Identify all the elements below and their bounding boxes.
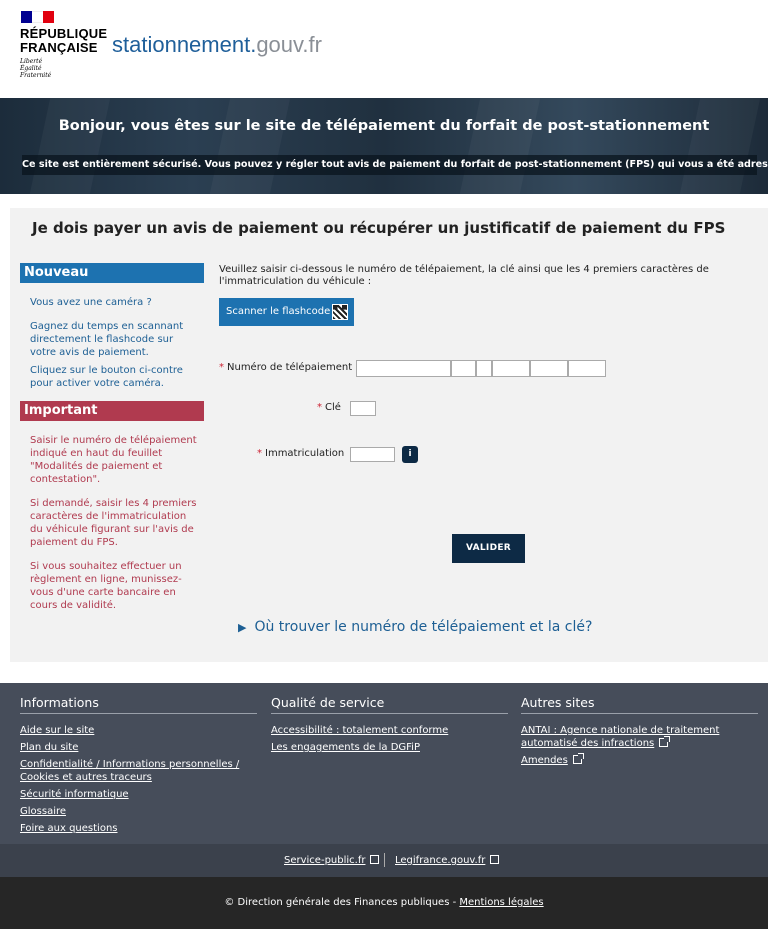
numero-input-part-4[interactable] <box>492 360 530 377</box>
form-instructions: Veuillez saisir ci-dessous le numéro de … <box>219 264 709 287</box>
scan-flashcode-label: Scanner le flashcode <box>226 306 331 317</box>
footer-copyright: © Direction générale des Finances publiq… <box>0 877 768 929</box>
important-text-3: Si vous souhaitez effectuer un règlement… <box>30 561 182 611</box>
numero-input-part-1[interactable] <box>356 360 451 377</box>
immatriculation-input[interactable] <box>350 447 395 462</box>
numero-label: * Numéro de télépaiement <box>219 362 352 373</box>
required-mark: * <box>257 448 262 459</box>
immat-label: * Immatriculation <box>257 448 344 459</box>
valider-button[interactable]: VALIDER <box>452 534 525 563</box>
site-name-gouv: gouv.fr <box>256 32 322 57</box>
important-heading: Important <box>20 401 204 421</box>
footer-link-accessibilite[interactable]: Accessibilité : totalement conforme <box>271 724 508 737</box>
external-link-icon <box>572 753 584 764</box>
nouveau-text-1: Vous avez une caméra ? <box>30 297 152 308</box>
footer-link-plan[interactable]: Plan du site <box>20 741 257 754</box>
nouveau-text-3: Cliquez sur le bouton ci-contre pour act… <box>30 365 183 389</box>
footer-heading-qualite: Qualité de service <box>271 695 508 714</box>
french-flag-icon <box>21 11 54 23</box>
important-text-2: Si demandé, saisir les 4 premiers caract… <box>30 498 197 548</box>
legifrance-text: Legifrance.gouv.fr <box>395 855 486 866</box>
cle-label-text: Clé <box>325 402 341 413</box>
site-name-link[interactable]: stationnement.gouv.fr <box>112 32 322 58</box>
required-mark: * <box>317 402 322 413</box>
footer-heading-autres: Autres sites <box>521 695 758 714</box>
find-number-link-text: Où trouver le numéro de télépaiement et … <box>254 619 593 635</box>
nouveau-heading: Nouveau <box>20 263 204 283</box>
payment-form-section: Je dois payer un avis de paiement ou réc… <box>10 208 768 662</box>
numero-input-part-5[interactable] <box>530 360 568 377</box>
immat-label-text: Immatriculation <box>265 448 345 459</box>
footer-partner-links: Service-public.fr Legifrance.gouv.fr <box>0 844 768 877</box>
site-header: RÉPUBLIQUE FRANÇAISE Liberté Égalité Fra… <box>0 0 768 98</box>
footer-link-confidentialite[interactable]: Confidentialité / Informations personnel… <box>20 758 257 784</box>
rf-title-line2: FRANÇAISE <box>20 40 98 55</box>
footer-link-securite[interactable]: Sécurité informatique <box>20 788 257 801</box>
banner-title: Bonjour, vous êtes sur le site de télépa… <box>58 118 710 134</box>
footer-col-informations: Informations Aide sur le site Plan du si… <box>20 695 257 839</box>
footer-col-qualite: Qualité de service Accessibilité : total… <box>271 695 508 758</box>
numero-input-part-6[interactable] <box>568 360 606 377</box>
footer-heading-informations: Informations <box>20 695 257 714</box>
republique-francaise-logo[interactable]: RÉPUBLIQUE FRANÇAISE <box>20 27 107 55</box>
external-link-icon <box>370 855 380 864</box>
hero-banner: Bonjour, vous êtes sur le site de télépa… <box>0 98 768 194</box>
footer-link-aide[interactable]: Aide sur le site <box>20 724 257 737</box>
footer-link-antai[interactable]: ANTAI : Agence nationale de traitement a… <box>521 724 758 750</box>
footer-link-engagements[interactable]: Les engagements de la DGFiP <box>271 741 508 754</box>
amendes-link-text: Amendes <box>521 755 568 766</box>
mentions-legales-link[interactable]: Mentions légales <box>459 897 543 908</box>
qr-code-icon <box>332 304 348 320</box>
service-public-text: Service-public.fr <box>284 855 366 866</box>
copyright-text: © Direction générale des Finances publiq… <box>224 897 460 908</box>
page-title: Je dois payer un avis de paiement ou réc… <box>32 219 726 237</box>
info-button[interactable]: i <box>402 446 418 463</box>
motto-fraternite: Fraternité <box>20 72 52 79</box>
banner-subtitle: Ce site est entièrement sécurisé. Vous p… <box>22 155 768 175</box>
scan-flashcode-button[interactable]: Scanner le flashcode <box>219 298 354 326</box>
triangle-right-icon: ▶ <box>238 621 247 634</box>
footer-link-amendes[interactable]: Amendes <box>521 753 758 767</box>
external-link-icon <box>490 855 500 864</box>
required-mark: * <box>219 362 224 373</box>
numero-label-text: Numéro de télépaiement <box>227 362 353 373</box>
nouveau-text-2: Gagnez du temps en scannant directement … <box>30 321 184 358</box>
motto-egalite: Égalité <box>20 65 42 72</box>
rf-title-line1: RÉPUBLIQUE <box>20 26 108 41</box>
numero-input-part-2[interactable] <box>451 360 476 377</box>
footer-link-glossaire[interactable]: Glossaire <box>20 805 257 818</box>
find-number-link[interactable]: ▶ Où trouver le numéro de télépaiement et… <box>238 619 592 635</box>
cle-input[interactable] <box>350 401 376 416</box>
motto-liberte: Liberté <box>20 58 43 65</box>
footer-col-autres-sites: Autres sites ANTAI : Agence nationale de… <box>521 695 758 771</box>
external-link-icon <box>659 736 671 747</box>
legifrance-link[interactable]: Legifrance.gouv.fr <box>395 854 500 866</box>
divider <box>384 853 385 867</box>
service-public-link[interactable]: Service-public.fr <box>284 854 380 866</box>
site-footer: Informations Aide sur le site Plan du si… <box>0 683 768 844</box>
antai-link-text: ANTAI : Agence nationale de traitement a… <box>521 725 720 749</box>
numero-input-part-3[interactable] <box>476 360 492 377</box>
site-name-main: stationnement. <box>112 32 257 57</box>
cle-label: * Clé <box>317 402 341 413</box>
republic-motto: Liberté Égalité Fraternité <box>20 58 51 79</box>
footer-link-faq[interactable]: Foire aux questions <box>20 822 257 835</box>
important-text-1: Saisir le numéro de télépaiement indiqué… <box>30 435 197 485</box>
